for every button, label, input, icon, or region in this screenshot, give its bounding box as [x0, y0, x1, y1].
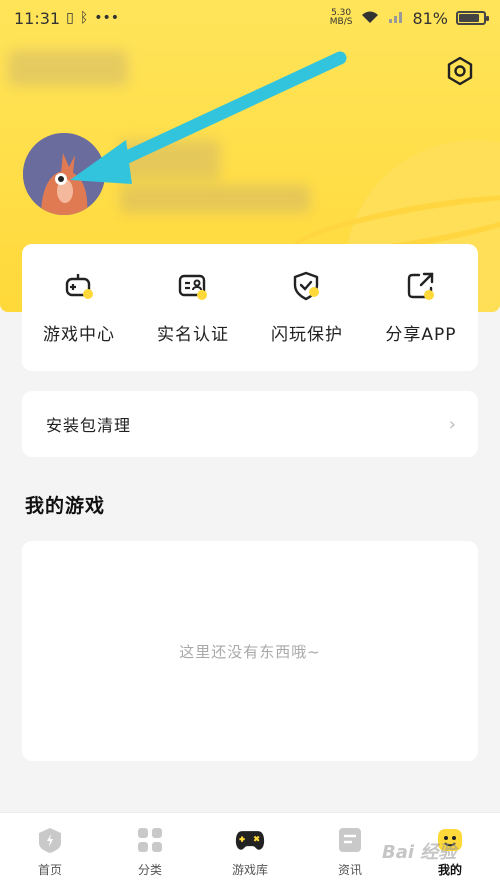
category-icon	[135, 825, 165, 855]
my-games-title: 我的游戏	[25, 495, 106, 517]
tab-label: 首页	[37, 862, 62, 877]
status-time: 11:31	[14, 8, 61, 28]
tab-game-library[interactable]: 游戏库	[200, 813, 300, 889]
chevron-right-icon: ›	[448, 413, 456, 435]
id-card-icon	[177, 270, 209, 302]
news-icon	[335, 825, 365, 855]
cleanup-label: 安装包清理	[46, 416, 132, 435]
profile-icon	[435, 825, 465, 855]
my-games-empty-card: 这里还没有东西哦~	[22, 541, 478, 761]
quick-action-game-center[interactable]: 游戏中心	[22, 244, 136, 371]
more-icon: •••	[94, 10, 120, 26]
quick-action-protection[interactable]: 闪玩保护	[250, 244, 364, 371]
game-library-icon	[235, 825, 265, 855]
vibrate-icon: ▯	[66, 10, 74, 26]
share-icon	[405, 270, 437, 302]
quick-action-label: 闪玩保护	[271, 325, 343, 345]
install-package-cleanup[interactable]: 安装包清理 ›	[22, 391, 478, 457]
net-speed: 5.30 MB/S	[329, 8, 353, 27]
quick-action-label: 分享APP	[385, 325, 457, 345]
redacted-user-info	[120, 185, 310, 213]
status-bar: 11:31 ▯ ᛒ ••• 5.30 MB/S 81%	[0, 0, 500, 36]
tab-news[interactable]: 资讯	[300, 813, 400, 889]
tab-category[interactable]: 分类	[100, 813, 200, 889]
empty-state-text: 这里还没有东西哦~	[179, 642, 321, 661]
battery-percent: 81%	[412, 8, 448, 28]
signal-icon	[388, 9, 404, 28]
tab-home[interactable]: 首页	[0, 813, 100, 889]
redacted-username	[8, 50, 128, 86]
bottom-tab-bar: 首页 分类 游戏库 资讯 我的	[0, 812, 500, 889]
bluetooth-icon: ᛒ	[79, 10, 89, 26]
tab-profile[interactable]: 我的	[400, 813, 500, 889]
redacted-nickname	[120, 140, 220, 180]
shield-check-icon	[291, 270, 323, 302]
settings-button[interactable]	[441, 52, 479, 90]
home-icon	[35, 825, 65, 855]
settings-gear-icon	[447, 56, 473, 86]
gamepad-plus-icon	[63, 270, 95, 302]
quick-action-label: 游戏中心	[43, 325, 115, 345]
avatar[interactable]	[23, 133, 105, 215]
tab-label: 游戏库	[231, 862, 268, 877]
quick-actions-card: 游戏中心 实名认证 闪玩保护 分享APP	[22, 244, 478, 371]
tab-label: 我的	[437, 862, 462, 877]
tab-label: 分类	[137, 862, 162, 877]
wifi-icon	[360, 9, 380, 28]
quick-action-share[interactable]: 分享APP	[364, 244, 478, 371]
quick-action-real-name[interactable]: 实名认证	[136, 244, 250, 371]
quick-action-label: 实名认证	[157, 325, 229, 345]
tab-label: 资讯	[337, 862, 362, 877]
battery-icon	[456, 11, 489, 25]
